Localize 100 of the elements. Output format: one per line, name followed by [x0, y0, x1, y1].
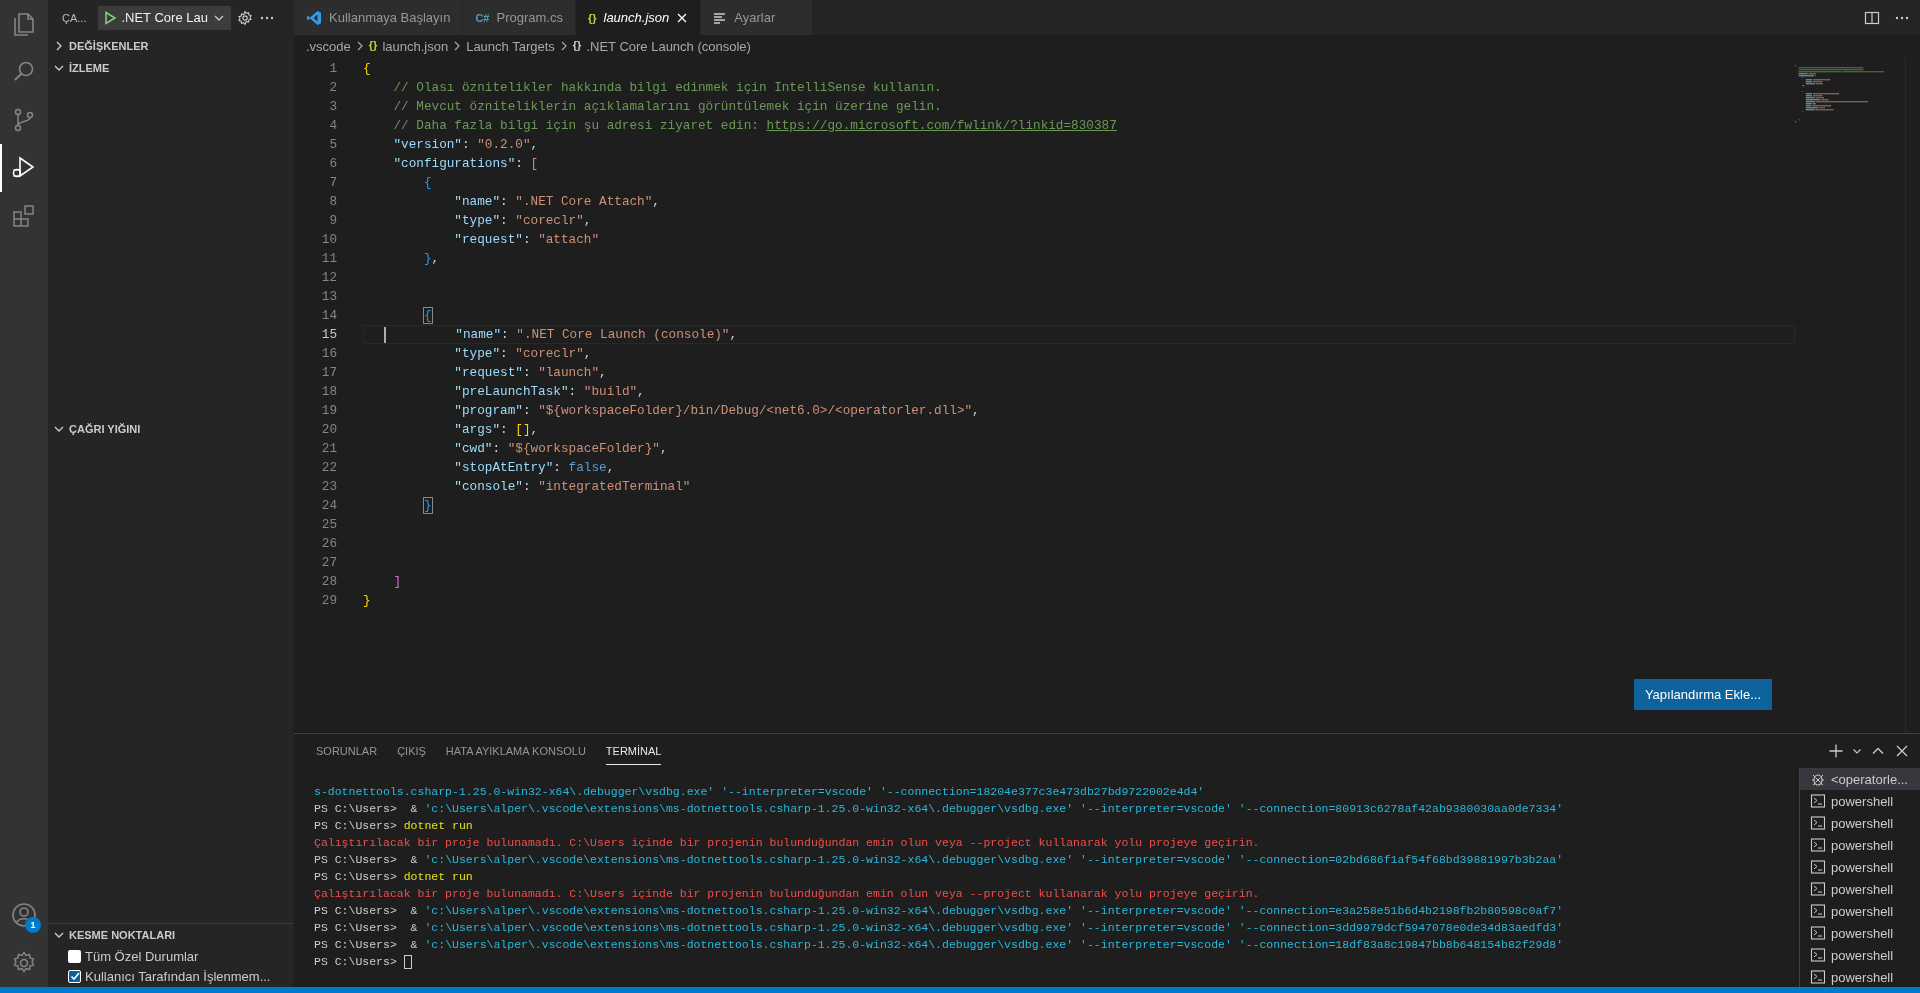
code-line: "type": "coreclr", [453, 345, 593, 363]
code-line: { [363, 60, 372, 78]
terminal-cursor [403, 954, 412, 969]
checkbox[interactable] [68, 949, 81, 963]
line-number: 3 [328, 98, 338, 116]
section-header[interactable]: DEĞİŞKENLER [69, 40, 149, 52]
code-line: }, [422, 250, 441, 268]
chevron-down-icon[interactable] [54, 63, 64, 73]
line-number: 20 [320, 421, 338, 439]
breakpoint-label: Kullanıcı Tarafından İşlenmem... [85, 968, 271, 984]
terminal-list-item[interactable]: powershell [1800, 790, 1920, 812]
plus-icon[interactable] [1828, 743, 1844, 759]
terminal-line: Çalıştırılacak bir proje bulunamadı. C:\Users içinde bir projenin bulunduğundan emin olun veya --project kullanarak yolu projeye geçirin. [314, 835, 1261, 851]
line-number: 16 [320, 345, 338, 363]
section-header[interactable]: ÇAĞRI YIĞINI [69, 423, 141, 435]
terminal-icon [1810, 793, 1826, 809]
terminal-line: PS C:\Users> & 'c:\Users\alper\.vscode\extensions\ms-dotnettools.csharp-1.25.0-win32-x64\.debugger\vsdbg.exe' '--interpreter=vscode' '--connection=02bd686f1af54f68bd39881997b3b2aa' [314, 852, 1565, 868]
line-number: 10 [320, 231, 338, 249]
code-line: // Mevcut özniteliklerin açıklamalarını görüntülemek için üzerine gelin. [392, 98, 943, 116]
editor-tab[interactable]: Kullanmaya Başlayın [294, 0, 464, 35]
chevron-down-icon[interactable] [1852, 746, 1862, 756]
files-icon[interactable] [11, 11, 37, 37]
line-number: 5 [328, 136, 338, 154]
chevron-down-icon[interactable] [54, 424, 64, 434]
line-number: 18 [320, 383, 338, 401]
line-number: 29 [320, 592, 338, 610]
terminal-list-item[interactable]: powershell [1800, 834, 1920, 856]
extensions-icon[interactable] [11, 203, 37, 229]
line-number: 25 [320, 516, 338, 534]
terminal-line: PS C:\Users> dotnet run [314, 818, 474, 834]
terminal-line: PS C:\Users> & 'c:\Users\alper\.vscode\extensions\ms-dotnettools.csharp-1.25.0-win32-x64\.debugger\vsdbg.exe' '--interpreter=vscode' '--connection=e3a258e51b6d4b2198fb2b80598c0af7' [314, 903, 1565, 919]
add-configuration-button[interactable]: Yapılandırma Ekle... [1633, 679, 1772, 710]
terminal-icon [1810, 815, 1826, 831]
line-number: 2 [328, 79, 338, 97]
line-number: 13 [320, 288, 338, 306]
line-number: 1 [328, 60, 338, 78]
line-number: 28 [320, 573, 338, 591]
close-icon[interactable] [676, 11, 689, 24]
breadcrumb-item[interactable]: {} .NET Core Launch (console) [572, 38, 751, 54]
line-number: 9 [328, 212, 338, 230]
terminal-line: PS C:\Users> [314, 953, 1799, 970]
line-number: 24 [320, 497, 338, 515]
editor-tab[interactable]: Ayarlar [701, 0, 814, 35]
line-number: 27 [320, 554, 338, 572]
logo-icon [306, 9, 322, 26]
breakpoint-label: Tüm Özel Durumlar [85, 948, 199, 964]
terminal-list-item[interactable]: powershell [1800, 900, 1920, 922]
terminal-list-item[interactable]: powershell [1800, 856, 1920, 878]
code-line: "request": "launch", [453, 364, 608, 382]
lines-icon [713, 10, 728, 25]
notification-badge: 1 [25, 917, 41, 933]
terminal-list-item[interactable]: powershell [1800, 878, 1920, 900]
breadcrumb-item[interactable]: Launch Targets [466, 38, 555, 54]
chevron-down-icon[interactable] [54, 930, 64, 940]
code-line: "stopAtEntry": false, [453, 459, 616, 477]
panel-tab[interactable]: TERMİNAL [595, 734, 672, 768]
panel-tab[interactable]: SORUNLAR [306, 734, 388, 768]
code-line: { [422, 174, 433, 192]
terminal-line: PS C:\Users> & 'c:\Users\alper\.vscode\extensions\ms-dotnettools.csharp-1.25.0-win32-x64\.debugger\vsdbg.exe' '--interpreter=vscode' '--connection=3dd9979dcf5947078e0de34d83aedfd3' [314, 920, 1565, 936]
code-line: "preLaunchTask": "build", [453, 383, 646, 401]
breadcrumb-item[interactable]: .vscode [306, 38, 351, 54]
settings-icon[interactable] [236, 9, 253, 26]
play-icon[interactable] [104, 10, 117, 25]
link[interactable]: https://go.microsoft.com/fwlink/?linkid=830387 [766, 118, 1117, 133]
code-line: "program": "${workspaceFolder}/bin/Debug/<net6.0>/<operatorler.dll>", [453, 402, 981, 420]
line-number: 8 [328, 193, 338, 211]
section-header[interactable]: KESME NOKTALARI [69, 929, 176, 941]
code-line: // Olası öznitelikler hakkında bilgi edinmek için IntelliSense kullanın. [392, 79, 943, 97]
panel-tab[interactable]: HATA AYIKLAMA KONSOLU [435, 734, 596, 768]
checkbox[interactable] [68, 969, 81, 983]
code-line: "name": ".NET Core Attach", [453, 193, 661, 211]
terminal-icon [1810, 859, 1826, 875]
breadcrumb-item[interactable]: {} launch.json [368, 38, 449, 54]
split-editor-icon[interactable] [1864, 9, 1880, 26]
bug-icon [1810, 771, 1826, 787]
code-line: "console": "integratedTerminal" [453, 478, 692, 496]
terminal-list-item[interactable]: powershell [1800, 812, 1920, 834]
terminal-icon [1810, 969, 1826, 985]
line-number: 12 [320, 269, 338, 287]
launch-config-dropdown[interactable]: .NET Core Lau [98, 5, 231, 30]
line-number: 19 [320, 402, 338, 420]
terminal-list-item[interactable]: powershell [1800, 944, 1920, 966]
section-header[interactable]: İZLEME [69, 62, 110, 74]
line-number: 11 [320, 250, 338, 268]
editor-tab[interactable]: {} launch.json [575, 0, 702, 35]
line-number: 14 [320, 307, 338, 325]
close-icon[interactable] [1894, 743, 1910, 759]
terminal-list-item[interactable]: powershell [1800, 922, 1920, 944]
code-line: "version": "0.2.0", [392, 136, 540, 154]
chevron-right-icon[interactable] [54, 41, 64, 51]
terminal-line: s-dotnettools.csharp-1.25.0-win32-x64\.debugger\vsdbg.exe' '--interpreter=vscode' '--connection=18204e377c3e473db27bd9722002e4d4' [314, 784, 1206, 800]
line-number: 7 [328, 174, 338, 192]
editor-tab[interactable]: C# Program.cs [463, 0, 576, 35]
account-icon[interactable] [11, 902, 37, 928]
terminal-icon [1810, 925, 1826, 941]
panel-tab[interactable]: ÇIKIŞ [387, 734, 436, 768]
terminal-line: PS C:\Users> dotnet run [314, 869, 474, 885]
terminal-list-item[interactable]: powershell [1800, 966, 1920, 988]
terminal-list-item[interactable]: <operatorle... [1800, 768, 1920, 790]
line-number: 21 [320, 440, 338, 458]
